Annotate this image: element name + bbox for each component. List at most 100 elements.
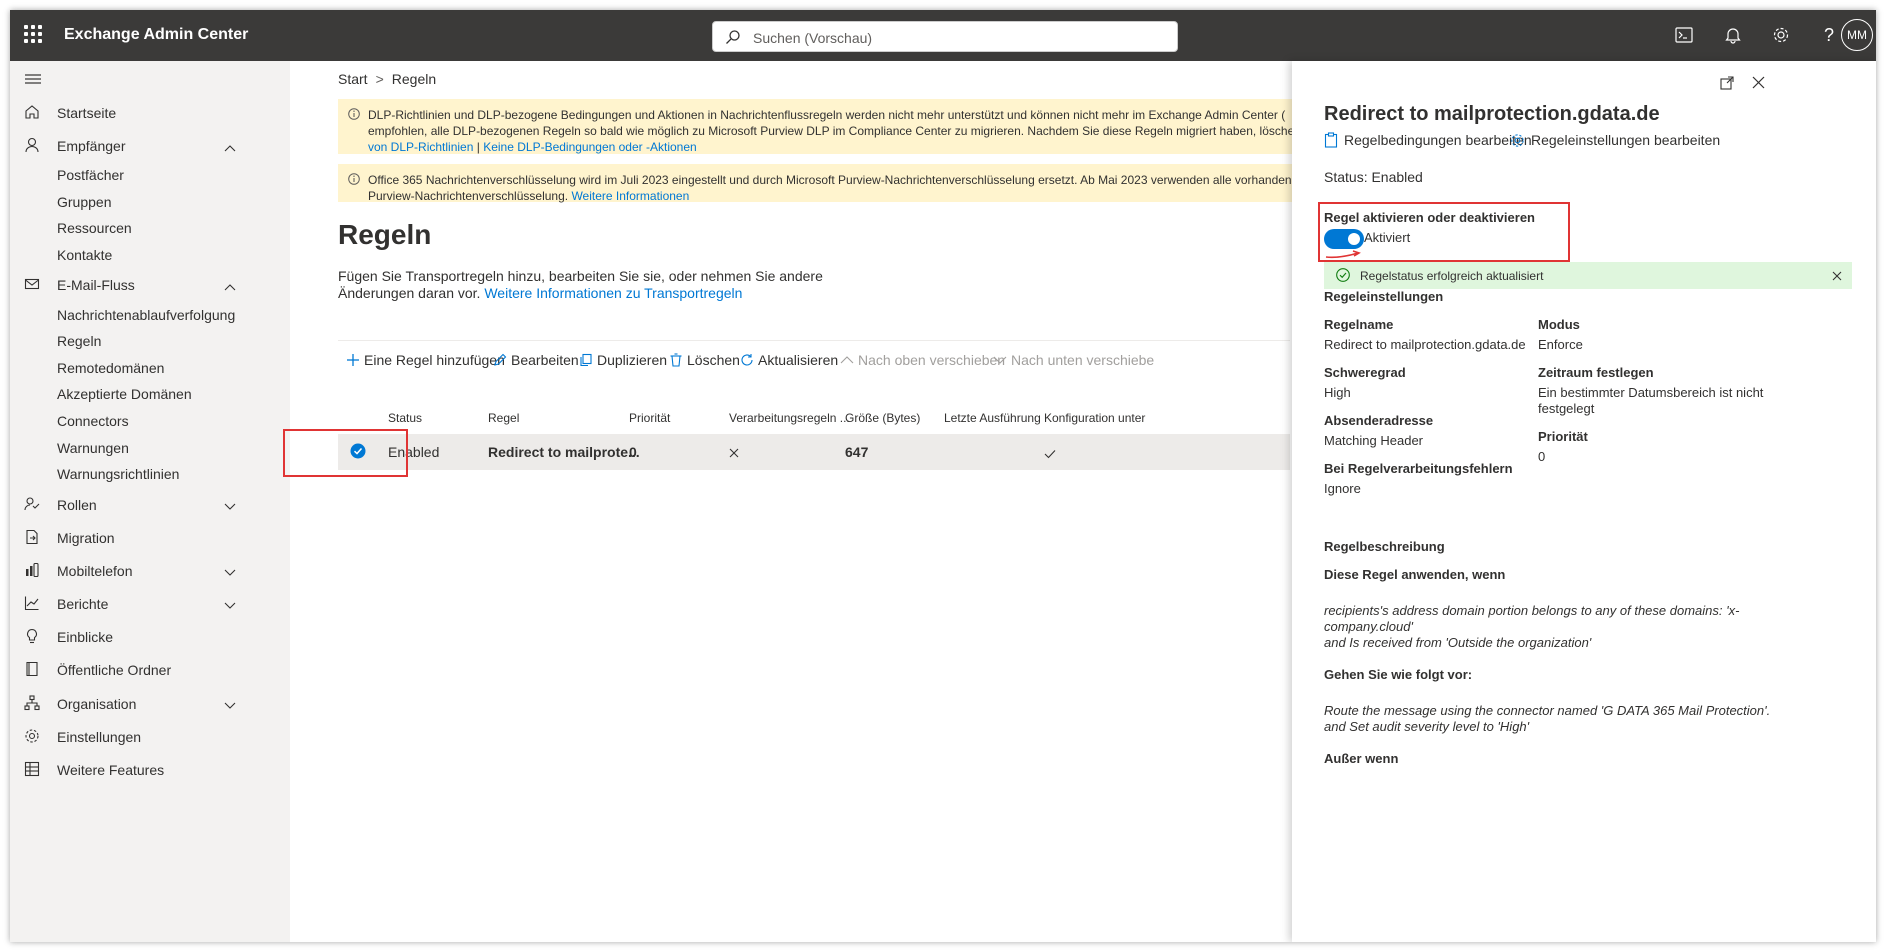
plus-icon — [347, 354, 359, 366]
chevron-down-icon[interactable] — [224, 498, 236, 514]
toggle-highlight-box — [1318, 202, 1570, 262]
nav-sub-kontakte[interactable]: Kontakte — [57, 247, 112, 263]
open-in-new-window-icon[interactable] — [1720, 76, 1734, 95]
ome-banner-text2: Purview-Nachrichtenverschlüsselung. — [368, 189, 569, 203]
app-title[interactable]: Exchange Admin Center — [64, 26, 248, 44]
col-priority[interactable]: Priorität — [629, 411, 670, 425]
roles-person-icon — [24, 496, 42, 514]
copy-icon — [580, 353, 592, 367]
success-check-icon — [1336, 268, 1350, 285]
dlp-policies-link[interactable]: von DLP-Richtlinien — [368, 140, 473, 154]
transport-rules-info-link[interactable]: Weitere Informationen zu Transportregeln — [484, 285, 742, 301]
refresh-button[interactable]: Aktualisieren — [740, 352, 838, 368]
cloud-shell-icon[interactable] — [1673, 24, 1695, 46]
notifications-bell-icon[interactable] — [1722, 24, 1744, 46]
timeframe-label: Zeitraum festlegen — [1538, 365, 1654, 380]
row-processing-rules-cross-icon — [729, 445, 739, 461]
col-size[interactable]: Größe (Bytes) — [845, 411, 920, 425]
add-rule-button[interactable]: Eine Regel hinzufügen — [346, 352, 505, 368]
close-icon[interactable] — [1752, 76, 1765, 94]
nav-sub-remotedomaenen[interactable]: Remotedomänen — [57, 360, 164, 376]
row-rule-name[interactable]: Redirect to mailprote... — [488, 444, 640, 460]
severity-value: High — [1324, 385, 1351, 400]
col-status[interactable]: Status — [388, 411, 422, 425]
nav-sub-warnungen[interactable]: Warnungen — [57, 440, 129, 456]
error-label: Bei Regelverarbeitungsfehlern — [1324, 461, 1513, 476]
condition-line1: recipients's address domain portion belo… — [1324, 603, 1740, 618]
nav-sub-warnungsrichtlinien[interactable]: Warnungsrichtlinien — [57, 466, 179, 482]
condition-line2: company.cloud' — [1324, 619, 1413, 634]
info-icon — [348, 173, 360, 189]
help-icon[interactable]: ? — [1818, 24, 1840, 46]
chevron-up-icon — [840, 356, 854, 364]
row-priority: 0 — [629, 444, 637, 460]
clipboard-icon — [1324, 132, 1338, 148]
nav-sub-postfaecher[interactable]: Postfächer — [57, 167, 124, 183]
sender-value: Matching Header — [1324, 433, 1423, 448]
home-icon — [24, 104, 42, 122]
priority-value: 0 — [1538, 449, 1546, 464]
timeframe-value-line1: Ein bestimmter Datumsbereich ist nicht — [1538, 385, 1764, 400]
col-processing-rules[interactable]: Verarbeitungsregeln ... — [729, 411, 850, 425]
lightbulb-icon — [24, 628, 42, 646]
condition-line3: and Is received from 'Outside the organi… — [1324, 635, 1592, 650]
trash-icon — [670, 353, 682, 367]
nav-sub-nachrichtenablaufverfolgung[interactable]: Nachrichtenablaufverfolgung — [57, 307, 235, 323]
hamburger-menu-icon[interactable] — [24, 72, 42, 91]
edit-settings-button[interactable]: Regeleinstellungen bearbeiten — [1510, 132, 1720, 148]
chevron-up-icon[interactable] — [224, 139, 236, 155]
delete-button[interactable]: Löschen — [669, 352, 740, 368]
nav-sub-ressourcen[interactable]: Ressourcen — [57, 220, 132, 236]
table-grid-icon — [24, 761, 42, 779]
command-bar: Eine Regel hinzufügen Bearbeiten Duplizi… — [338, 340, 1290, 380]
duplicate-button[interactable]: Duplizieren — [579, 352, 667, 368]
search-placeholder: Suchen (Vorschau) — [753, 30, 873, 46]
user-avatar[interactable]: MM — [1841, 19, 1873, 51]
breadcrumb-current: Regeln — [391, 71, 437, 87]
rule-name-label: Regelname — [1324, 317, 1394, 332]
move-up-button[interactable]: Nach oben verschieben — [840, 352, 1005, 368]
except-when-heading: Außer wenn — [1324, 751, 1399, 766]
settings-heading: Regeleinstellungen — [1324, 289, 1444, 304]
edit-conditions-button[interactable]: Regelbedingungen bearbeiten — [1324, 132, 1532, 148]
panel-title: Redirect to mailprotection.gdata.de — [1324, 103, 1660, 125]
mobile-chart-icon — [24, 562, 42, 580]
description-heading: Regelbeschreibung — [1324, 539, 1445, 554]
table-row[interactable]: Enabled Redirect to mailprote... 0 647 — [338, 434, 1290, 470]
chevron-down-icon[interactable] — [224, 564, 236, 580]
chevron-up-icon[interactable] — [224, 278, 236, 294]
chevron-down-icon — [993, 356, 1007, 364]
app-launcher-icon[interactable] — [24, 25, 42, 43]
success-message-bar: Regelstatus erfolgreich aktualisiert — [1324, 262, 1852, 289]
row-configuration-check-icon — [1044, 446, 1056, 462]
priority-label: Priorität — [1538, 429, 1588, 444]
left-navigation: Startseite Empfänger Postfächer Gruppen … — [10, 61, 290, 942]
col-rule[interactable]: Regel — [488, 411, 519, 425]
chevron-down-icon[interactable] — [224, 597, 236, 613]
sender-label: Absenderadresse — [1324, 413, 1434, 428]
nav-sub-regeln[interactable]: Regeln — [57, 333, 101, 349]
chevron-down-icon[interactable] — [224, 697, 236, 713]
col-configuration[interactable]: Konfiguration unter — [1044, 411, 1145, 425]
search-icon — [726, 30, 740, 44]
severity-label: Schweregrad — [1324, 365, 1406, 380]
settings-gear-icon — [1511, 133, 1524, 147]
more-info-link[interactable]: Weitere Informationen — [571, 189, 689, 203]
apply-when-heading: Diese Regel anwenden, wenn — [1324, 567, 1506, 582]
settings-gear-icon[interactable] — [1770, 24, 1792, 46]
dismiss-close-icon[interactable] — [1832, 270, 1842, 284]
no-dlp-conditions-link[interactable]: Keine DLP-Bedingungen oder -Aktionen — [483, 140, 696, 154]
link-separator: | — [476, 140, 480, 154]
nav-sub-akzeptierte-domaenen[interactable]: Akzeptierte Domänen — [57, 386, 192, 402]
search-box[interactable]: Suchen (Vorschau) — [712, 21, 1178, 52]
col-last-run[interactable]: Letzte Ausführung — [944, 411, 1041, 425]
main-content: Start > Regeln DLP-Richtlinien und DLP-bez… — [283, 61, 1838, 942]
move-down-button[interactable]: Nach unten verschiebe — [993, 352, 1154, 368]
table-header: Status Regel Priorität Verarbeitungsrege… — [338, 411, 1290, 435]
do-following-heading: Gehen Sie wie folgt vor: — [1324, 667, 1473, 682]
breadcrumb: Start > Regeln — [338, 71, 437, 87]
breadcrumb-home[interactable]: Start — [338, 71, 368, 87]
nav-sub-gruppen[interactable]: Gruppen — [57, 194, 111, 210]
edit-button[interactable]: Bearbeiten — [493, 352, 579, 368]
nav-sub-connectors[interactable]: Connectors — [57, 413, 129, 429]
